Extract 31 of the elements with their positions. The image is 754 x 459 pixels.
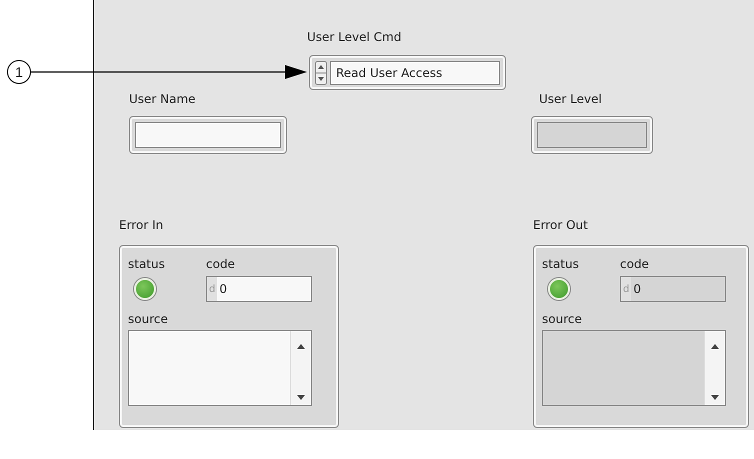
field-label: User Level	[539, 92, 602, 106]
scroll-down-icon[interactable]	[711, 395, 719, 401]
source-field[interactable]	[542, 330, 726, 406]
callout-number: 1	[7, 60, 31, 84]
status-led[interactable]	[134, 278, 156, 300]
field-label: User Name	[129, 92, 196, 106]
code-label: code	[206, 257, 236, 271]
source-field[interactable]	[128, 330, 312, 406]
string-control[interactable]	[129, 116, 287, 154]
code-value: 0	[632, 282, 641, 296]
ring-value: Read User Access	[330, 60, 500, 84]
scroll-up-icon[interactable]	[711, 343, 719, 349]
scroll-down-icon[interactable]	[297, 395, 305, 401]
code-label: code	[620, 257, 650, 271]
status-led[interactable]	[548, 278, 570, 300]
code-value: 0	[218, 282, 227, 296]
code-field[interactable]: d 0	[206, 276, 312, 302]
increment-decrement-icon[interactable]	[315, 60, 327, 84]
source-label: source	[542, 312, 583, 326]
code-field[interactable]: d 0	[620, 276, 726, 302]
string-field[interactable]	[135, 122, 281, 148]
status-label: status	[128, 257, 166, 271]
cluster-label: Error In	[119, 218, 164, 232]
cluster-label: Error Out	[533, 218, 588, 232]
ring-control[interactable]: Read User Access	[309, 55, 506, 90]
scroll-up-icon[interactable]	[297, 343, 305, 349]
radix-label: d	[621, 277, 632, 301]
radix-label: d	[207, 277, 218, 301]
source-label: source	[128, 312, 169, 326]
status-label: status	[542, 257, 580, 271]
control-label: User Level Cmd	[307, 30, 402, 44]
